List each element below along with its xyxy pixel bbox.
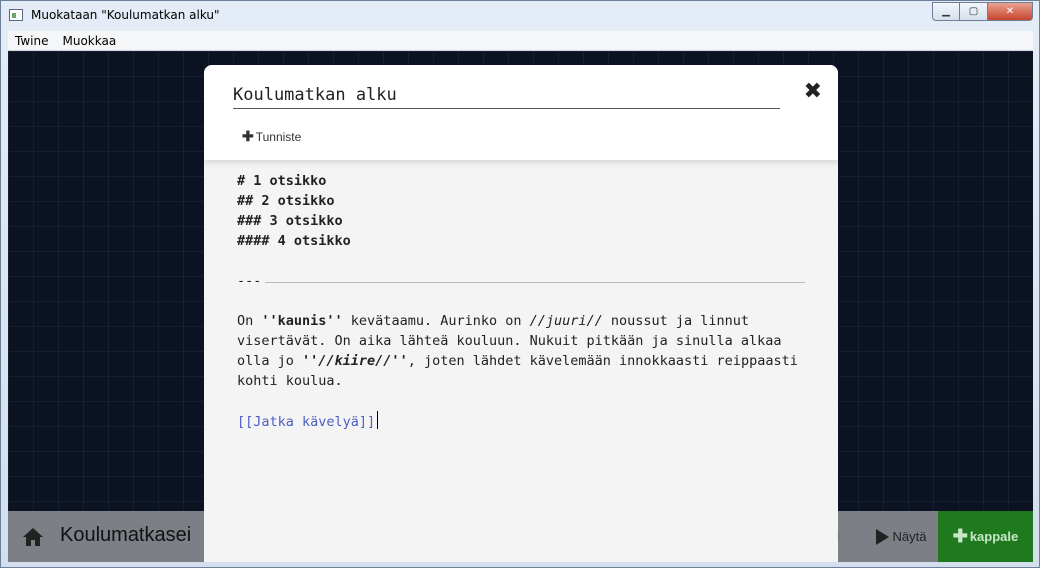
minimize-button[interactable]: ▁ xyxy=(932,2,960,21)
passage-link[interactable]: [[Jatka kävelyä]] xyxy=(237,414,375,430)
story-paragraph: On ''kaunis'' kevätaamu. Aurinko on //ju… xyxy=(237,311,805,391)
app-icon xyxy=(9,9,23,21)
add-passage-label: kappale xyxy=(969,529,1019,544)
play-icon xyxy=(875,528,889,545)
add-passage-button[interactable]: ✚ kappale xyxy=(938,511,1033,562)
close-icon: ✖ xyxy=(803,79,822,104)
story-title[interactable]: Koulumatkasei xyxy=(60,524,191,547)
passage-name-input[interactable] xyxy=(233,83,780,109)
show-label: Näytä xyxy=(892,529,927,544)
close-dialog-button[interactable]: ✖ xyxy=(804,79,822,104)
window-controls: ▁ ▢ ✕ xyxy=(932,2,1033,21)
maximize-icon: ▢ xyxy=(968,6,979,17)
italic-markup: //juuri// xyxy=(529,313,603,329)
close-icon: ✕ xyxy=(1005,6,1015,17)
home-icon[interactable] xyxy=(22,527,44,547)
close-window-button[interactable]: ✕ xyxy=(988,2,1033,21)
hr-marker: --- xyxy=(237,273,262,289)
show-button[interactable]: Näytä xyxy=(864,511,938,562)
menu-muokkaa[interactable]: Muokkaa xyxy=(55,34,123,48)
passage-edit-dialog: ✖ ✚ Tunniste # 1 otsikko ## 2 otsikko ##… xyxy=(204,65,838,562)
para-text: kevätaamu. Aurinko on xyxy=(342,313,530,329)
plus-icon: ✚ xyxy=(242,128,254,144)
story-map: Koulumatkasei a Näytä ✚ kappale ✖ ✚ Tunn… xyxy=(8,51,1033,562)
heading-line: ### 3 otsikko xyxy=(237,213,343,229)
add-tag-label: Tunniste xyxy=(255,129,302,144)
title-bar[interactable]: Muokataan "Koulumatkan alku" ▁ ▢ ✕ xyxy=(1,1,1039,31)
heading-line: #### 4 otsikko xyxy=(237,233,351,249)
add-tag-button[interactable]: ✚ Tunniste xyxy=(242,128,301,145)
horizontal-rule-line: --- xyxy=(237,271,805,291)
plus-icon: ✚ xyxy=(952,526,968,546)
text-caret xyxy=(377,411,379,429)
para-text: On xyxy=(237,313,262,329)
minimize-icon: ▁ xyxy=(942,6,950,17)
maximize-button[interactable]: ▢ xyxy=(960,2,988,21)
window-title: Muokataan "Koulumatkan alku" xyxy=(31,8,220,22)
passage-text-editor[interactable]: # 1 otsikko ## 2 otsikko ### 3 otsikko #… xyxy=(237,171,805,431)
bold-markup: ''kaunis'' xyxy=(261,313,343,329)
menu-bar: Twine Muokkaa xyxy=(8,31,1033,51)
horizontal-rule xyxy=(265,282,805,283)
heading-line: # 1 otsikko xyxy=(237,173,327,189)
bold-italic-markup: ''//kiire//'' xyxy=(302,353,408,369)
app-window: Muokataan "Koulumatkan alku" ▁ ▢ ✕ Twine… xyxy=(0,0,1040,568)
dialog-header: ✖ ✚ Tunniste xyxy=(204,65,838,160)
menu-twine[interactable]: Twine xyxy=(8,34,55,48)
heading-line: ## 2 otsikko xyxy=(237,193,335,209)
